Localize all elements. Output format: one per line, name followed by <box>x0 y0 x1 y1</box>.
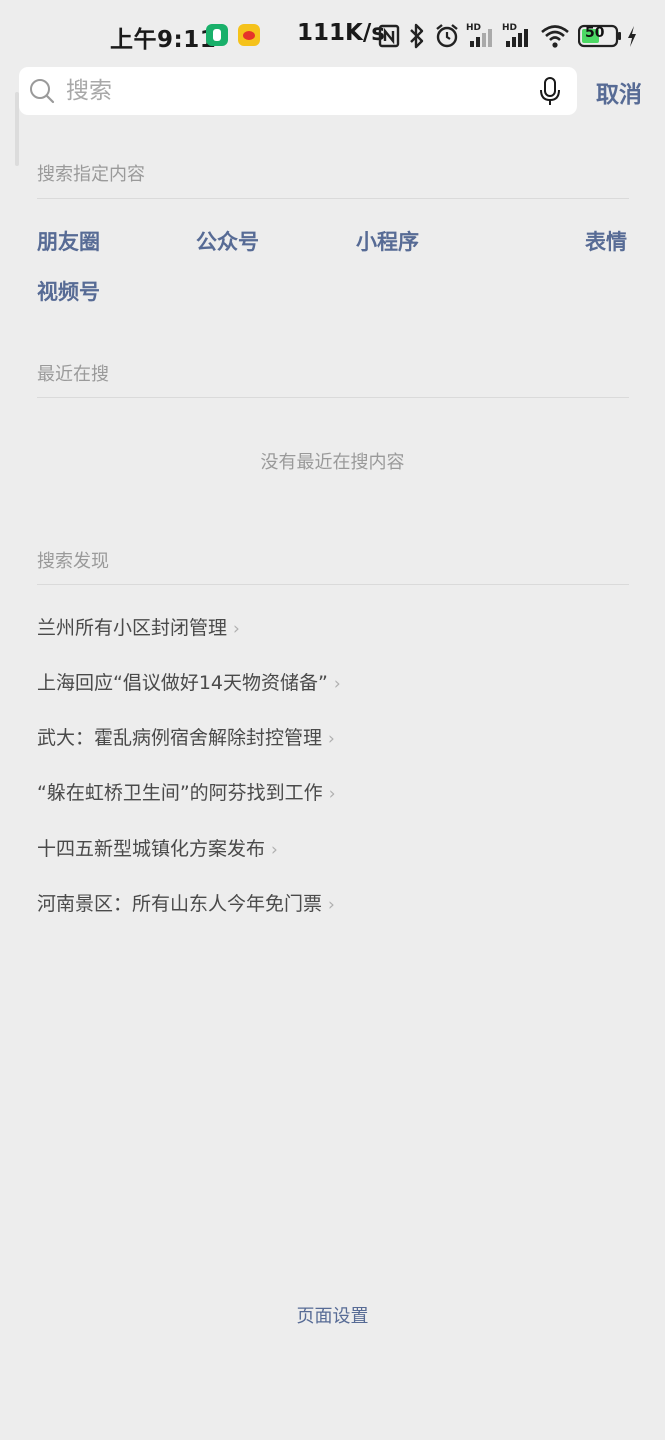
chevron-right-icon: › <box>328 895 335 915</box>
recent-searches-title: 最近在搜 <box>37 364 109 385</box>
discover-item[interactable]: 上海回应“倡议做好14天物资储备” › <box>37 668 341 695</box>
status-time: 上午9:11 <box>110 27 217 53</box>
microphone-icon[interactable] <box>538 76 562 108</box>
chevron-right-icon: › <box>328 784 336 804</box>
discover-item[interactable]: “躲在虹桥卫生间”的阿芬找到工作 › <box>37 778 336 805</box>
divider <box>37 584 629 585</box>
search-box[interactable] <box>19 67 577 115</box>
discover-item-text: 武大：霍乱病例宿舍解除封控管理 <box>37 727 323 749</box>
category-stickers[interactable]: 表情 <box>585 226 627 256</box>
svg-text:HD: HD <box>502 23 517 33</box>
discover-item[interactable]: 河南景区：所有山东人今年免门票 › <box>37 889 335 916</box>
divider <box>37 198 629 199</box>
category-mini-programs[interactable]: 小程序 <box>356 226 419 256</box>
wifi-icon <box>541 25 569 48</box>
chevron-right-icon: › <box>333 674 341 694</box>
search-specific-title: 搜索指定内容 <box>37 164 145 185</box>
wechat-search-page: 上午9:11 111K/s HD HD 50 搜索 取消 搜索指定内容 朋友圈 … <box>0 0 665 1440</box>
charging-icon <box>628 26 636 47</box>
search-input[interactable] <box>66 67 516 115</box>
weibo-notification-icon <box>238 24 260 46</box>
network-speed: 111K/s <box>297 20 385 46</box>
discover-item-text: 河南景区：所有山东人今年免门票 <box>37 893 323 915</box>
discover-item[interactable]: 武大：霍乱病例宿舍解除封控管理 › <box>37 723 335 750</box>
bluetooth-icon <box>410 23 424 49</box>
category-official-accounts[interactable]: 公众号 <box>196 226 259 256</box>
nfc-icon <box>378 24 400 48</box>
chevron-right-icon: › <box>233 619 240 639</box>
page-settings-link[interactable]: 页面设置 <box>0 1302 665 1328</box>
discover-item-text: “躲在虹桥卫生间”的阿芬找到工作 <box>37 782 323 804</box>
search-icon <box>30 79 55 104</box>
signal-hd-2-icon: HD <box>502 23 528 47</box>
battery-level: 50 <box>585 25 605 41</box>
divider <box>37 397 629 398</box>
chevron-right-icon: › <box>328 729 335 749</box>
discover-item[interactable]: 兰州所有小区封闭管理 › <box>37 613 240 640</box>
discover-item-text: 上海回应“倡议做好14天物资储备” <box>37 672 328 694</box>
category-moments[interactable]: 朋友圈 <box>37 226 100 256</box>
alarm-icon <box>436 24 458 48</box>
category-channels[interactable]: 视频号 <box>37 276 100 306</box>
recent-empty-text: 没有最近在搜内容 <box>260 452 405 473</box>
discover-item-text: 兰州所有小区封闭管理 <box>37 617 228 639</box>
search-discover-title: 搜索发现 <box>37 551 109 572</box>
signal-hd-1-icon: HD <box>466 23 492 47</box>
svg-text:HD: HD <box>466 23 481 33</box>
cancel-button[interactable]: 取消 <box>596 75 642 109</box>
chevron-right-icon: › <box>271 840 278 860</box>
status-bar: 上午9:11 111K/s HD HD 50 <box>0 0 665 72</box>
app-notification-icon <box>206 24 228 46</box>
discover-item[interactable]: 十四五新型城镇化方案发布 › <box>37 834 278 861</box>
discover-item-text: 十四五新型城镇化方案发布 <box>37 838 266 860</box>
